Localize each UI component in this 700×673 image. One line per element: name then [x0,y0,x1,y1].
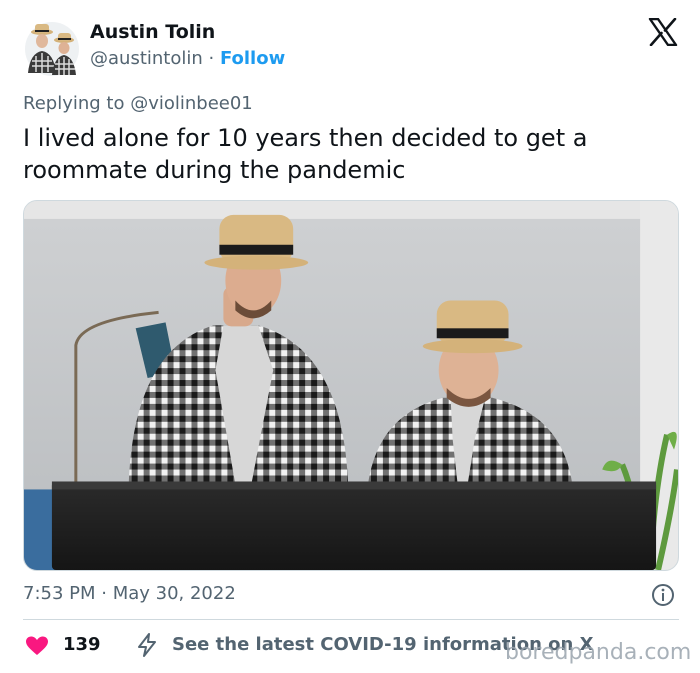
handle-separator: · [202,48,220,69]
tweet-text: I lived alone for 10 years then decided … [23,124,588,184]
avatar[interactable] [24,17,80,77]
replying-to[interactable]: Replying to @violinbee01 [23,93,253,114]
tweet-photo[interactable] [23,200,679,571]
like-count[interactable]: 139 [63,634,101,655]
tweet-timestamp[interactable]: 7:53 PM · May 30, 2022 [23,583,236,604]
heart-icon[interactable] [25,634,49,658]
author-name[interactable]: Austin Tolin [90,21,215,43]
lightning-icon[interactable] [134,632,160,658]
info-icon[interactable] [651,583,675,607]
divider [23,619,679,620]
x-logo-icon[interactable] [648,18,678,46]
tweet-card: Austin Tolin @austintolin · Follow Reply… [0,0,700,673]
watermark: boredpanda.com [505,640,692,665]
handle-row: @austintolin · Follow [90,48,285,69]
follow-button[interactable]: Follow [220,48,285,69]
author-handle[interactable]: @austintolin [90,48,203,69]
